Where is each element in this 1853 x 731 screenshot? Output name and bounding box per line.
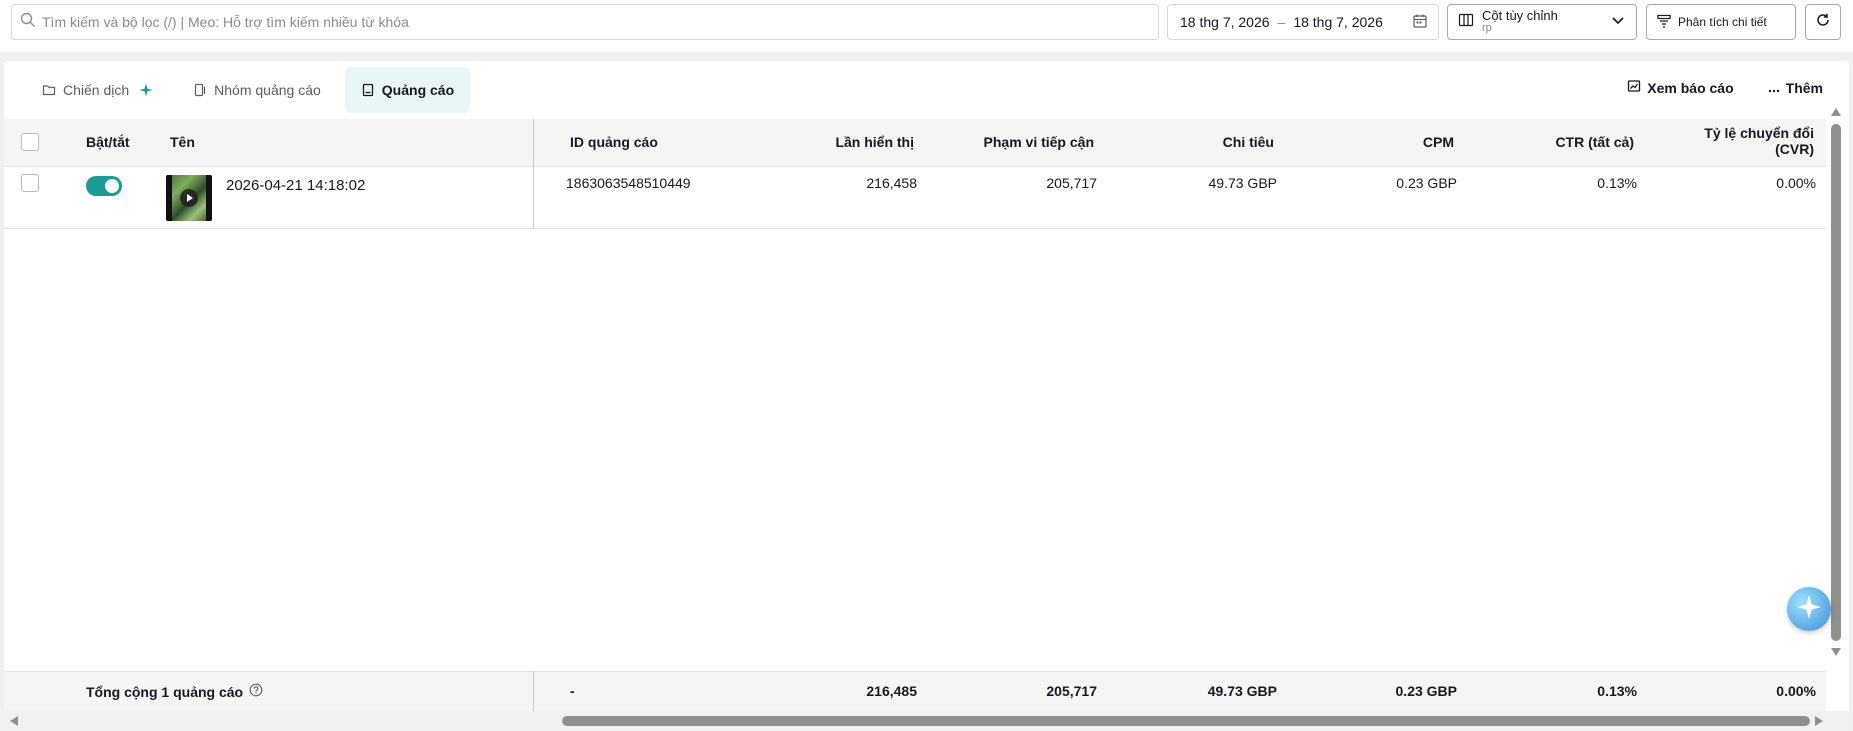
col-impressions[interactable]: Lần hiển thị — [794, 134, 914, 150]
table-row[interactable]: 2026-04-21 14:18:02 1863063548510449 216… — [4, 167, 1826, 229]
ad-status-toggle[interactable] — [86, 176, 122, 196]
col-toggle[interactable]: Bật/tắt — [86, 134, 130, 150]
totals-impressions: 216,485 — [866, 683, 917, 699]
ad-icon — [361, 83, 375, 97]
cpm-value: 0.23 GBP — [1396, 175, 1457, 191]
scroll-right-icon[interactable] — [1815, 716, 1823, 726]
report-icon — [1627, 79, 1641, 96]
ads-panel: Chiến dịch Nhóm quảng cáo Quảng cáo Xem … — [4, 61, 1849, 731]
assistant-fab-button[interactable] — [1787, 587, 1831, 631]
search-input[interactable] — [42, 14, 1158, 30]
custom-columns-value: rp — [1482, 22, 1492, 34]
row-checkbox[interactable] — [21, 174, 39, 192]
custom-columns-label: Cột tùy chỉnh — [1482, 8, 1558, 23]
horizontal-scrollbar[interactable] — [4, 711, 1849, 731]
ad-id-value: 1863063548510449 — [566, 175, 691, 191]
tab-ad-groups-label: Nhóm quảng cáo — [214, 81, 321, 98]
tab-campaigns[interactable]: Chiến dịch — [26, 67, 169, 113]
toggle-knob — [105, 179, 119, 193]
tab-ads-label: Quảng cáo — [381, 81, 455, 98]
spend-value: 49.73 GBP — [1208, 175, 1278, 191]
horizontal-scroll-thumb[interactable] — [562, 716, 1810, 726]
col-cvr-line2: (CVR) — [1775, 141, 1814, 157]
col-reach[interactable]: Phạm vi tiếp cận — [934, 134, 1094, 150]
level-tabs: Chiến dịch Nhóm quảng cáo Quảng cáo — [4, 61, 478, 118]
frozen-column-divider — [533, 119, 534, 229]
totals-label: Tổng cộng 1 quảng cáo — [86, 683, 244, 700]
view-report-label: Xem báo cáo — [1647, 79, 1734, 96]
date-start: 18 thg 7, 2026 — [1180, 14, 1270, 30]
columns-icon — [1458, 12, 1474, 33]
totals-cpm: 0.23 GBP — [1395, 683, 1457, 699]
tab-ads[interactable]: Quảng cáo — [344, 66, 471, 113]
col-name[interactable]: Tên — [170, 134, 195, 150]
tab-campaigns-label: Chiến dịch — [63, 81, 130, 98]
ad-video-thumbnail[interactable] — [166, 175, 212, 221]
impressions-value: 216,458 — [866, 175, 917, 191]
breakdown-button[interactable]: Phân tích chi tiết — [1646, 4, 1796, 40]
refresh-button[interactable] — [1805, 4, 1841, 40]
vertical-scroll-thumb[interactable] — [1831, 124, 1841, 641]
scroll-down-icon[interactable] — [1831, 648, 1841, 656]
totals-ctr: 0.13% — [1597, 683, 1637, 699]
totals-reach: 205,717 — [1046, 683, 1097, 699]
reach-value: 205,717 — [1046, 175, 1097, 191]
ad-group-icon — [193, 83, 207, 97]
help-icon[interactable] — [249, 683, 263, 700]
col-ctr[interactable]: CTR (tất cả) — [1494, 134, 1634, 150]
scroll-up-icon[interactable] — [1831, 108, 1841, 116]
sparkle-icon — [139, 83, 153, 97]
more-label: Thêm — [1785, 79, 1823, 96]
refresh-icon — [1815, 12, 1831, 33]
play-icon — [180, 189, 198, 207]
scroll-left-icon[interactable] — [10, 716, 18, 726]
tab-actions: Xem báo cáo Thêm — [1627, 79, 1823, 96]
search-icon — [20, 12, 36, 33]
custom-columns-select[interactable]: Cột tùy chỉnh rp — [1447, 4, 1637, 40]
chevron-down-icon — [1610, 12, 1626, 33]
thumbnail-border-right — [206, 175, 212, 221]
col-cvr-line1: Tỷ lệ chuyển đổi — [1704, 125, 1814, 141]
more-dots-icon — [1768, 80, 1780, 96]
vertical-scrollbar[interactable] — [1828, 104, 1844, 660]
date-end: 18 thg 7, 2026 — [1293, 14, 1383, 30]
table-header: Bật/tắt Tên ID quảng cáo Lần hiển thị Ph… — [4, 119, 1826, 167]
totals-ad-id: - — [570, 683, 575, 699]
ctr-value: 0.13% — [1597, 175, 1637, 191]
breakdown-label: Phân tích chi tiết — [1678, 15, 1767, 29]
tab-ad-groups[interactable]: Nhóm quảng cáo — [177, 67, 337, 113]
ad-name[interactable]: 2026-04-21 14:18:02 — [226, 177, 365, 194]
date-range-picker[interactable]: 18 thg 7, 2026 – 18 thg 7, 2026 — [1167, 4, 1439, 40]
top-toolbar: 18 thg 7, 2026 – 18 thg 7, 2026 Cột tùy … — [0, 0, 1853, 52]
totals-label-wrap: Tổng cộng 1 quảng cáo — [86, 683, 263, 700]
col-ad-id[interactable]: ID quảng cáo — [570, 134, 658, 150]
thumbnail-border-left — [166, 175, 172, 221]
col-spend[interactable]: Chi tiêu — [1154, 134, 1274, 150]
totals-spend: 49.73 GBP — [1207, 683, 1277, 699]
col-cpm[interactable]: CPM — [1334, 134, 1454, 150]
footer-column-divider — [533, 671, 534, 711]
col-cvr[interactable]: Tỷ lệ chuyển đổi (CVR) — [1644, 125, 1814, 157]
more-button[interactable]: Thêm — [1768, 80, 1823, 96]
folder-icon — [42, 83, 56, 97]
breakdown-icon — [1656, 13, 1672, 32]
totals-row: Tổng cộng 1 quảng cáo - 216,485 205,717 … — [4, 671, 1826, 711]
totals-cvr: 0.00% — [1776, 683, 1816, 699]
cvr-value: 0.00% — [1776, 175, 1816, 191]
search-bar[interactable] — [11, 4, 1159, 40]
date-separator: – — [1277, 14, 1286, 30]
select-all-checkbox[interactable] — [21, 133, 39, 151]
calendar-icon — [1412, 13, 1428, 32]
sparkle-star-icon — [1796, 594, 1822, 625]
view-report-button[interactable]: Xem báo cáo — [1627, 79, 1734, 96]
